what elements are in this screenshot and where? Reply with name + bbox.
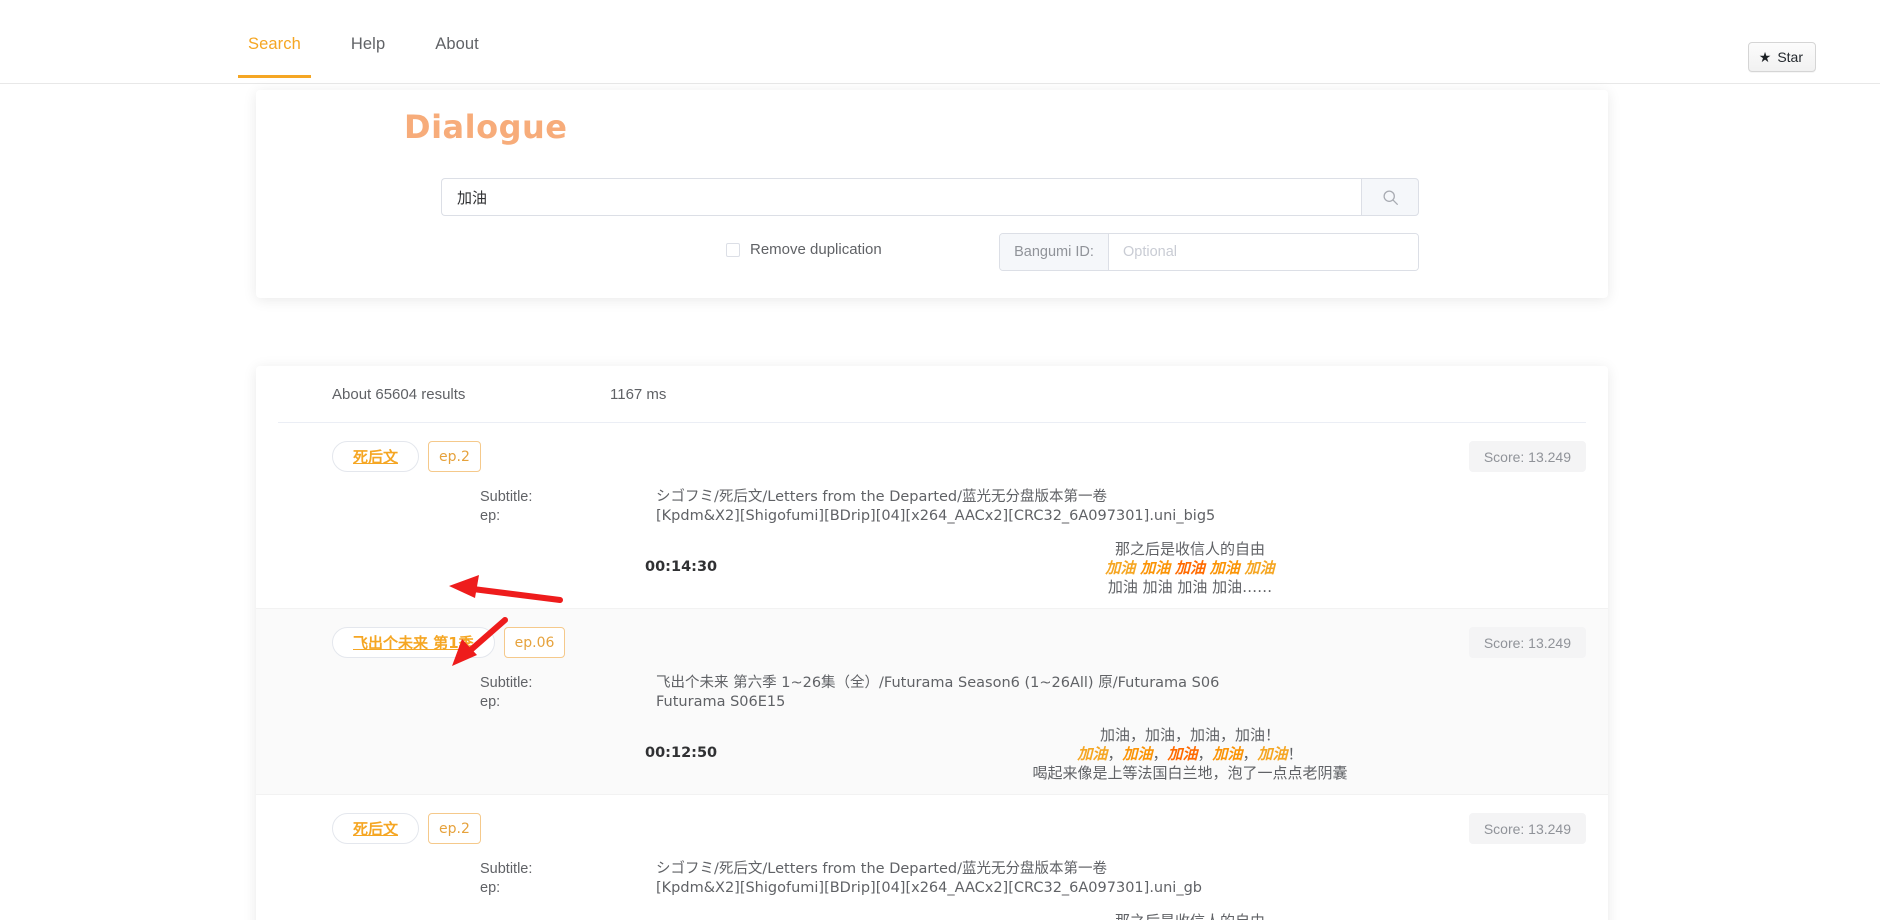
star-button[interactable]: ★ Star: [1747, 42, 1816, 72]
tab-help-label: Help: [350, 35, 386, 53]
magnifier-icon: [1382, 189, 1398, 205]
search-panel: Dialogue Remove duplication Bangumi ID:: [256, 90, 1608, 298]
tab-help[interactable]: Help: [351, 34, 385, 78]
result-score-badge: Score: 13.249: [1468, 813, 1586, 844]
result-episode-tag: ep.2: [428, 441, 481, 472]
search-input[interactable]: [441, 178, 1361, 216]
ep-label: ep:: [480, 880, 501, 896]
dialogue-lines: 那之后是收信人的自由 加油 加油 加油 加油 加油 加油 加油 加油 加油……: [816, 540, 1564, 597]
result-title-link[interactable]: 死后文: [353, 446, 398, 467]
dialogue-lines: 加油，加油，加油，加油！ 加油，加油，加油，加油，加油！ 喝起来像是上等法国白兰地，…: [816, 726, 1564, 783]
remove-duplication-label: Remove duplication: [750, 241, 882, 258]
result-item: 死后文 ep.2 Score: 13.249 Subtitle: ep: シゴフミ/死后文…: [256, 795, 1608, 920]
result-episode-tag: ep.2: [428, 813, 481, 844]
subtitle-label: Subtitle:: [480, 489, 533, 505]
result-score-badge: Score: 13.249: [1468, 627, 1586, 658]
result-title-link[interactable]: 死后文: [353, 818, 398, 839]
highlight-term: 加油: [1209, 559, 1240, 577]
result-meta: Subtitle: ep: シゴフミ/死后文/Letters from the De…: [256, 488, 1608, 526]
bangumi-id-group: Bangumi ID:: [999, 233, 1419, 271]
subtitle-label: Subtitle:: [480, 675, 533, 691]
tab-about-label: About: [435, 35, 479, 53]
result-score-badge: Score: 13.249: [1468, 441, 1586, 472]
subtitle-value: シゴフミ/死后文/Letters from the Departed/蓝光无分盘…: [656, 489, 1108, 505]
results-list: 死后文 ep.2 Score: 13.249 Subtitle: ep: シゴフミ/死后文…: [256, 423, 1608, 920]
dialogue-line-previous: 那之后是收信人的自由: [816, 912, 1564, 920]
top-navbar: Search Help About ★ Star: [0, 0, 1880, 84]
highlight-term: 加油: [1257, 745, 1288, 763]
tab-search-label: Search: [248, 35, 301, 53]
highlight-term: 加油: [1174, 559, 1205, 577]
result-dialogue: 00:12:50 加油，加油，加油，加油！ 加油，加油，加油，加油，加油！ 喝起来像是…: [256, 726, 1608, 782]
highlight-term: 加油: [1244, 559, 1275, 577]
dialogue-lines: 那之后是收信人的自由: [816, 912, 1564, 920]
highlight-term: 加油: [1212, 745, 1243, 763]
highlight-term: 加油: [1140, 559, 1171, 577]
app-page: Search Help About ★ Star Dialogue Remove…: [0, 0, 1880, 920]
search-bar: [441, 178, 1419, 216]
search-submit-button[interactable]: [1361, 178, 1419, 216]
highlight-term: 加油: [1167, 745, 1198, 763]
result-meta: Subtitle: ep: シゴフミ/死后文/Letters from the De…: [256, 860, 1608, 898]
dialogue-line-previous: 加油，加油，加油，加油！: [1099, 726, 1280, 744]
tab-about[interactable]: About: [435, 34, 479, 78]
results-time: 1167 ms: [610, 386, 667, 403]
results-header: About 65604 results 1167 ms: [278, 366, 1586, 423]
ep-label: ep:: [480, 508, 501, 524]
bangumi-id-label: Bangumi ID:: [1000, 234, 1109, 270]
result-title-row: 死后文 ep.2 Score: 13.249: [256, 813, 1608, 846]
result-title-row: 飞出个未来 第1季 ep.06 Score: 13.249: [256, 627, 1608, 660]
dialogue-line-match: 加油 加油 加油 加油 加油: [816, 559, 1564, 578]
ep-value: Futurama S06E15: [656, 694, 786, 710]
result-title-pill[interactable]: 死后文: [332, 813, 420, 844]
tab-search[interactable]: Search: [238, 34, 311, 78]
dialogue-line-next: 喝起来像是上等法国白兰地，泡了一点点老阴囊: [1032, 764, 1348, 782]
nav-tabs: Search Help About: [238, 34, 529, 78]
subtitle-label: Subtitle:: [480, 861, 533, 877]
result-title-pill[interactable]: 飞出个未来 第1季: [332, 627, 495, 658]
ep-label: ep:: [480, 694, 501, 710]
app-logo: Dialogue: [404, 108, 568, 146]
highlight-term: 加油: [1122, 745, 1153, 763]
highlight-term: 加油: [1105, 559, 1136, 577]
results-panel: About 65604 results 1167 ms 死后文 ep.2 Score…: [256, 366, 1608, 920]
result-episode-tag: ep.06: [503, 627, 566, 658]
result-dialogue: 00:14:30 那之后是收信人的自由 加油 加油 加油 加油 加油 加油 加油 加油…: [256, 540, 1608, 596]
bangumi-id-input[interactable]: [1109, 234, 1418, 270]
remove-duplication-checkbox[interactable]: Remove duplication: [726, 242, 882, 258]
dialogue-line-previous: 那之后是收信人的自由: [1114, 540, 1265, 558]
subtitle-value: シゴフミ/死后文/Letters from the Departed/蓝光无分盘…: [656, 861, 1108, 877]
result-title-link[interactable]: 飞出个未来 第1季: [353, 632, 474, 653]
star-icon: ★: [1758, 49, 1772, 65]
filter-row: Remove duplication Bangumi ID:: [441, 233, 1419, 271]
dialogue-line-match: 加油，加油，加油，加油，加油！: [1077, 745, 1303, 763]
result-item: 飞出个未来 第1季 ep.06 Score: 13.249 Subtitle: ep: 飞…: [256, 609, 1608, 795]
results-count: About 65604 results: [332, 386, 466, 403]
result-item: 死后文 ep.2 Score: 13.249 Subtitle: ep: シゴフミ/死后文…: [256, 423, 1608, 609]
checkbox-box[interactable]: [726, 243, 740, 257]
result-dialogue: 那之后是收信人的自由: [256, 912, 1608, 920]
ep-value: [Kpdm&X2][Shigofumi][BDrip][04][x264_AAC…: [656, 880, 1202, 896]
result-timestamp: 00:14:30: [645, 559, 718, 575]
highlight-term: 加油: [1077, 745, 1108, 763]
result-meta: Subtitle: ep: 飞出个未来 第六季 1~26集（全）/Futurama …: [256, 674, 1608, 712]
result-timestamp: 00:12:50: [645, 745, 718, 761]
subtitle-value: 飞出个未来 第六季 1~26集（全）/Futurama Season6 (1~2…: [656, 675, 1220, 691]
result-title-row: 死后文 ep.2 Score: 13.249: [256, 441, 1608, 474]
star-button-label: Star: [1777, 49, 1803, 65]
result-title-pill[interactable]: 死后文: [332, 441, 420, 472]
dialogue-line-next: 加油 加油 加油 加油……: [1107, 578, 1273, 596]
ep-value: [Kpdm&X2][Shigofumi][BDrip][04][x264_AAC…: [656, 508, 1216, 524]
